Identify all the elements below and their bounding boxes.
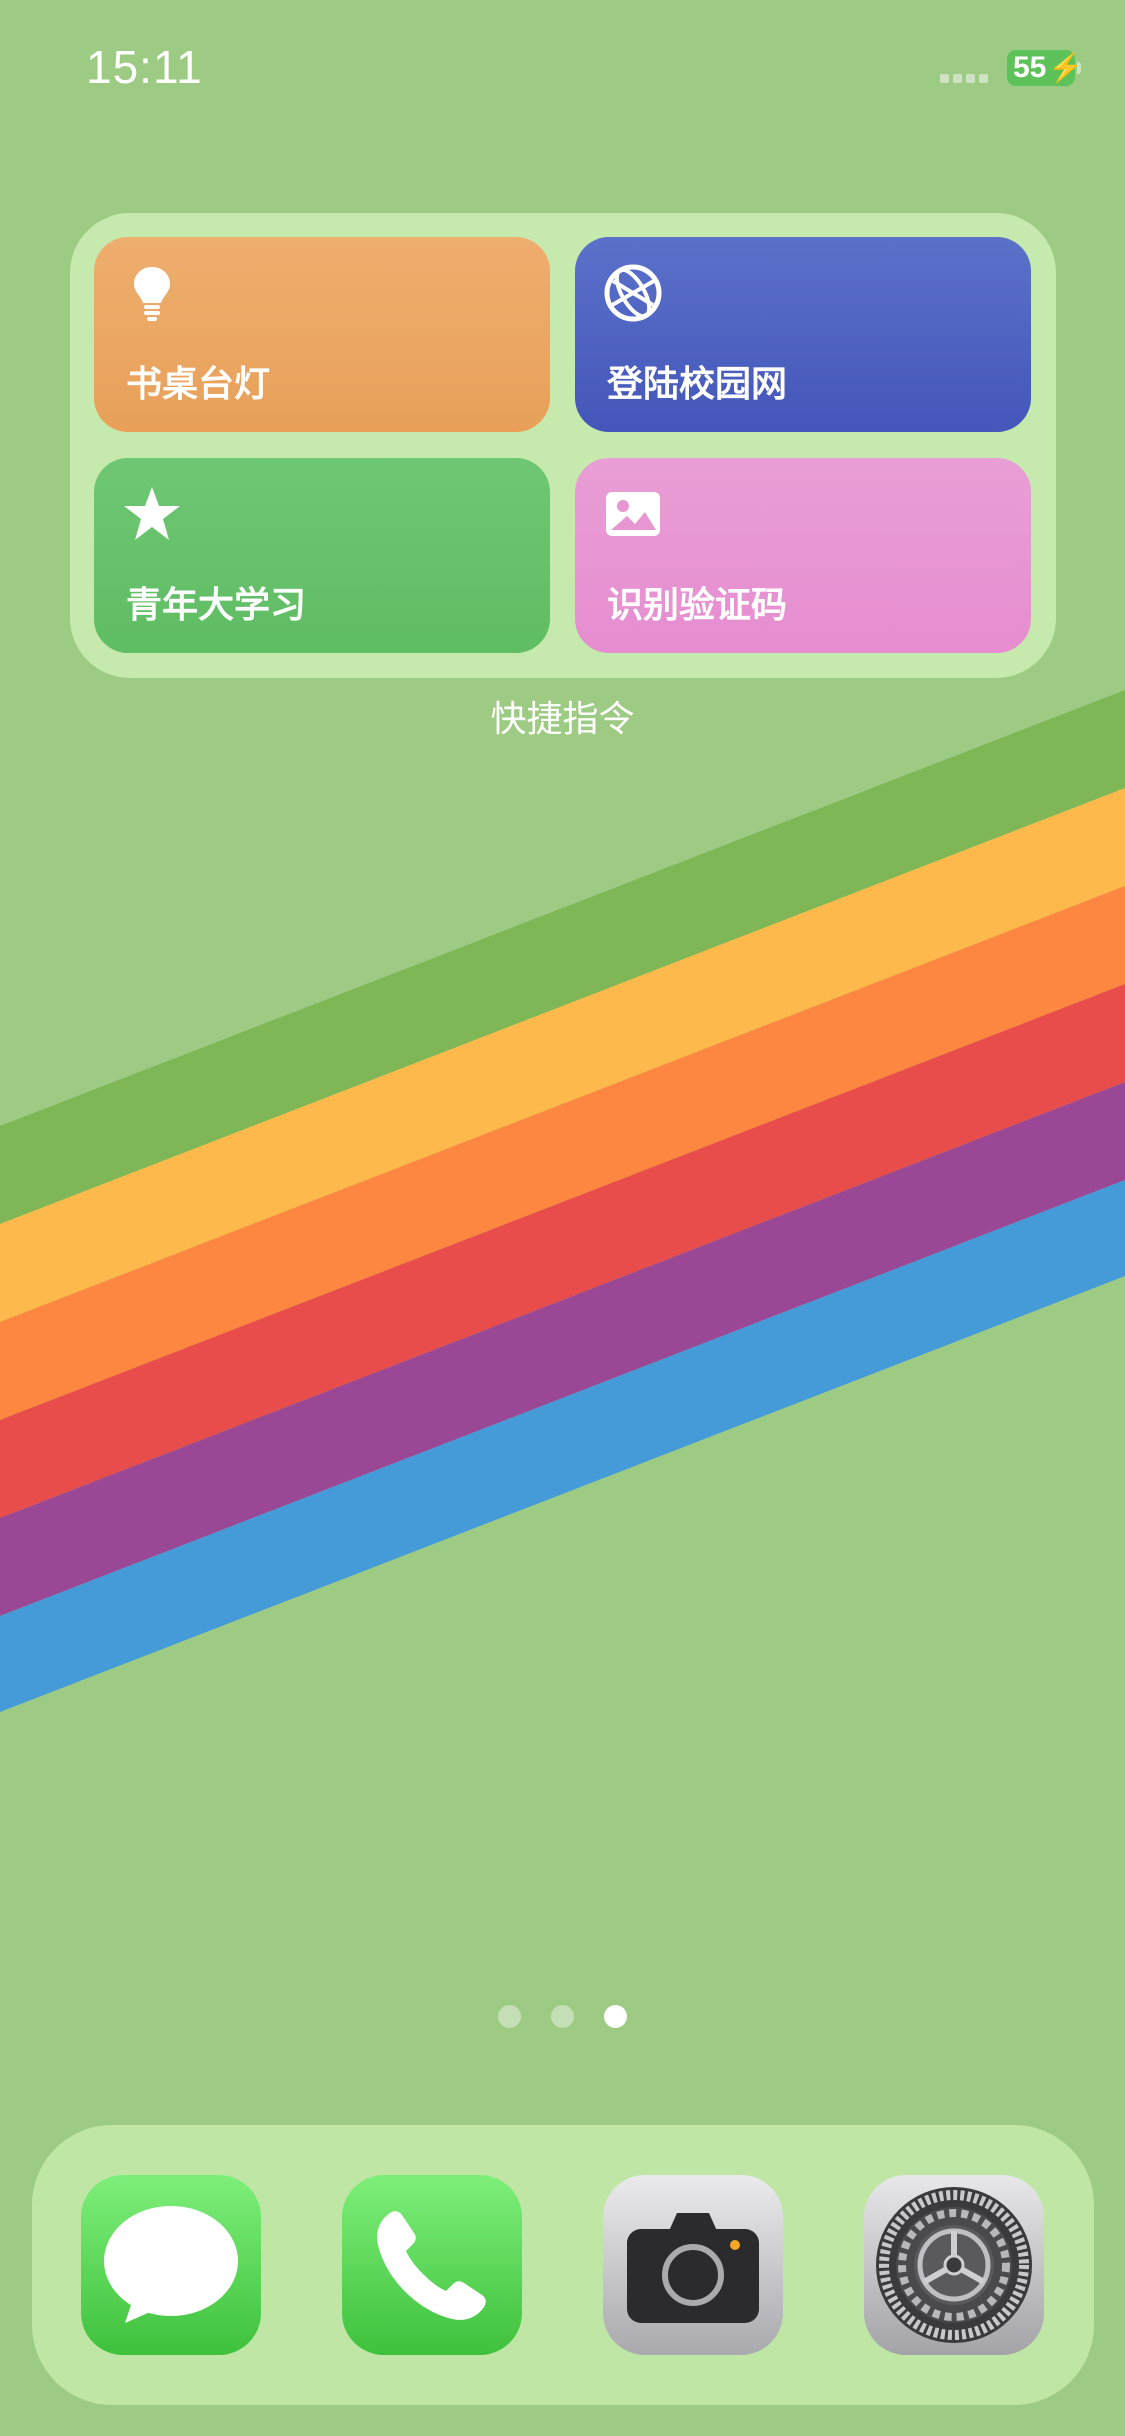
- lightbulb-icon: [134, 267, 170, 321]
- shortcut-youth-study[interactable]: 青年大学习: [94, 458, 550, 653]
- signal-icon: [940, 74, 988, 83]
- tile-label: 青年大学习: [126, 585, 307, 626]
- page-dot-active[interactable]: [604, 2005, 627, 2028]
- shortcut-captcha-recognition[interactable]: 识别验证码: [575, 458, 1031, 653]
- page-indicator[interactable]: [0, 2005, 1125, 2028]
- globe-icon: [604, 264, 662, 322]
- widget-title: 快捷指令: [490, 699, 635, 740]
- settings-app[interactable]: [864, 2175, 1044, 2355]
- status-time: 15:11: [86, 41, 203, 93]
- camera-icon: [603, 2175, 783, 2355]
- battery-level: 55: [1013, 51, 1047, 84]
- messages-icon: [81, 2175, 261, 2355]
- shortcut-desk-lamp[interactable]: 书桌台灯: [94, 237, 550, 432]
- dock: [32, 2125, 1094, 2405]
- page-dot[interactable]: [498, 2005, 521, 2028]
- messages-app[interactable]: [81, 2175, 261, 2355]
- tile-label: 登陆校园网: [607, 364, 788, 405]
- shortcut-campus-network[interactable]: 登陆校园网: [575, 237, 1031, 432]
- tile-label: 书桌台灯: [126, 364, 271, 405]
- phone-icon: [342, 2175, 522, 2355]
- battery-indicator: 55 ⚡: [1007, 50, 1083, 86]
- tile-label: 识别验证码: [607, 585, 788, 626]
- photo-icon: [606, 492, 660, 536]
- camera-app[interactable]: [603, 2175, 783, 2355]
- star-icon: [124, 487, 180, 540]
- shortcuts-widget: 书桌台灯 登陆校园网 青年大学习 识别验证码: [70, 213, 1056, 678]
- page-dot[interactable]: [551, 2005, 574, 2028]
- gear-icon: [864, 2175, 1044, 2355]
- battery-cap: [1077, 62, 1081, 74]
- phone-app[interactable]: [342, 2175, 522, 2355]
